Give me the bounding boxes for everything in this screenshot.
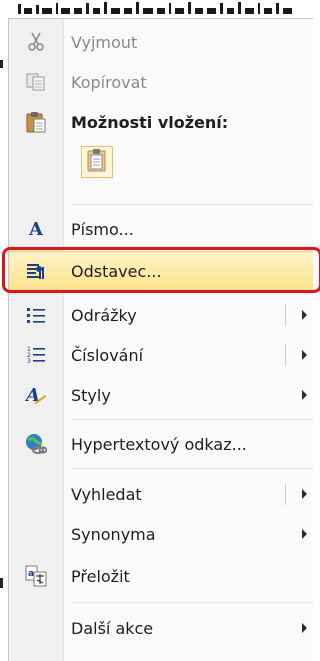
menu-separator (71, 602, 313, 603)
menu-separator (71, 204, 313, 205)
scissors-icon (9, 22, 63, 62)
menu-item-styles[interactable]: A Styly (9, 375, 313, 415)
menu-item-translate[interactable]: a Přeložit (9, 556, 313, 596)
document-margin-mark (0, 60, 3, 68)
styles-icon: A (9, 375, 63, 415)
menu-item-label: Další akce (71, 618, 154, 638)
paste-text-only-icon (86, 148, 108, 176)
menu-item-label: Kopírovat (71, 72, 147, 92)
menu-separator (71, 468, 313, 469)
split-divider (285, 344, 286, 366)
menu-item-label: Synonyma (71, 524, 156, 544)
numbering-icon: 123 (9, 335, 63, 375)
chevron-right-icon (302, 390, 307, 400)
menu-item-label: Možnosti vložení: (71, 112, 229, 132)
menu-item-label: Odstavec... (71, 261, 162, 281)
menu-item-label: Vyjmout (71, 32, 138, 52)
font-icon: A (29, 218, 43, 240)
chevron-right-icon (302, 529, 307, 539)
svg-text:3: 3 (27, 358, 31, 364)
chevron-right-icon[interactable] (302, 489, 307, 499)
context-menu: Vyjmout Kopírovat Možnosti vložení: A Pí… (8, 18, 313, 661)
menu-item-numbering[interactable]: 123 Číslování (9, 335, 313, 375)
screenshot-stage: Vyjmout Kopírovat Možnosti vložení: A Pí… (0, 0, 320, 661)
hyperlink-icon (9, 424, 63, 464)
document-margin-mark (0, 578, 3, 588)
menu-item-label: Odrážky (71, 305, 137, 325)
menu-item-font[interactable]: A Písmo... (9, 209, 313, 249)
translate-icon: a (9, 556, 63, 596)
menu-item-lookup[interactable]: Vyhledat (9, 474, 313, 514)
chevron-right-icon[interactable] (302, 310, 307, 320)
menu-separator (71, 419, 313, 420)
chevron-right-icon (302, 623, 307, 633)
menu-item-label: Písmo... (71, 219, 134, 239)
menu-item-copy[interactable]: Kopírovat (9, 62, 313, 102)
paste-keep-text-only-button[interactable] (81, 146, 113, 178)
menu-item-cut[interactable]: Vyjmout (9, 22, 313, 62)
menu-item-label: Číslování (71, 345, 144, 365)
paragraph-icon (9, 251, 63, 291)
menu-item-label: Styly (71, 385, 111, 405)
split-divider (285, 304, 286, 326)
svg-text:a: a (28, 569, 34, 579)
split-divider (285, 483, 286, 505)
menu-item-paragraph[interactable]: Odstavec... (9, 251, 313, 291)
chevron-right-icon[interactable] (302, 350, 307, 360)
bullets-icon (9, 295, 63, 335)
menu-item-synonyms[interactable]: Synonyma (9, 514, 313, 554)
menu-item-more-actions[interactable]: Další akce (9, 608, 313, 648)
menu-item-paste-options: Možnosti vložení: (9, 102, 313, 142)
menu-item-label: Přeložit (71, 566, 130, 586)
menu-item-label: Vyhledat (71, 484, 142, 504)
menu-item-label: Hypertextový odkaz... (71, 434, 247, 454)
copy-icon (9, 62, 63, 102)
clipboard-icon (9, 102, 63, 142)
menu-item-hyperlink[interactable]: Hypertextový odkaz... (9, 424, 313, 464)
menu-item-bullets[interactable]: Odrážky (9, 295, 313, 335)
